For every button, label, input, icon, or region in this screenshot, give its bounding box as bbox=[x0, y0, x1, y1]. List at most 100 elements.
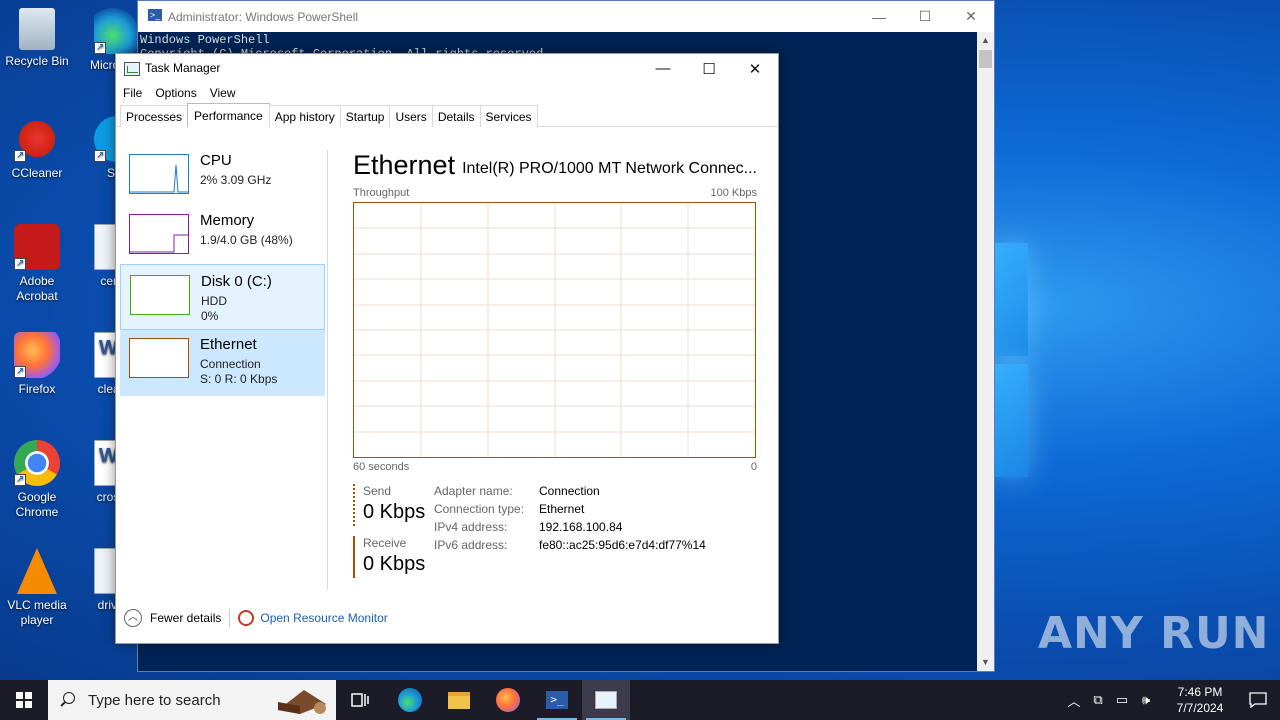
search-placeholder: Type here to search bbox=[88, 691, 221, 709]
cpu-mini-graph bbox=[129, 154, 189, 194]
tab-services[interactable]: Services bbox=[479, 105, 538, 127]
property-key: Connection type: bbox=[434, 502, 525, 516]
minimize-button[interactable]: — bbox=[856, 1, 902, 32]
property-key: IPv4 address: bbox=[434, 520, 508, 534]
graph-time-label: 60 seconds bbox=[353, 461, 410, 473]
search-highlight-image bbox=[274, 684, 330, 716]
desktop-icon-firefox[interactable]: Firefox bbox=[0, 332, 74, 397]
taskbar-task-manager[interactable] bbox=[582, 680, 630, 720]
icon-label: VLC media player bbox=[7, 598, 67, 627]
taskbar-search-box[interactable]: Type here to search bbox=[48, 680, 336, 720]
windows-logo-pane bbox=[995, 243, 1028, 356]
task-manager-titlebar[interactable]: Task Manager — ☐ ✕ bbox=[116, 54, 778, 83]
taskbar-file-explorer[interactable] bbox=[435, 680, 483, 720]
receive-value: 0 Kbps bbox=[363, 553, 426, 575]
icon-label: Adobe Acrobat bbox=[16, 274, 58, 303]
resource-item-ethernet[interactable]: Ethernet Connection S: 0 R: 0 Kbps bbox=[120, 330, 325, 396]
system-tray: ︿ ⧉ ▭ 🕪 7:46 PM 7/7/2024 bbox=[1062, 680, 1280, 720]
taskbar-powershell[interactable]: >_ bbox=[533, 680, 581, 720]
property-value: fe80::ac25:95d6:e7d4:df77%14 bbox=[539, 538, 706, 552]
property-row: IPv4 address: 192.168.100.84 bbox=[434, 520, 706, 538]
chevron-up-icon[interactable]: ︿ bbox=[124, 609, 142, 627]
property-row: IPv6 address: fe80::ac25:95d6:e7d4:df77%… bbox=[434, 538, 706, 556]
icon-label: CCleaner bbox=[11, 166, 63, 180]
search-icon bbox=[60, 692, 76, 708]
menu-file[interactable]: File bbox=[123, 83, 142, 103]
fewer-details-link[interactable]: Fewer details bbox=[150, 611, 221, 625]
tab-performance[interactable]: Performance bbox=[187, 103, 270, 127]
recycle-bin-icon bbox=[19, 8, 55, 50]
resource-stat: 2% 3.09 GHz bbox=[200, 173, 272, 187]
powershell-title: Administrator: Windows PowerShell bbox=[168, 9, 359, 24]
desktop-icon-ccleaner[interactable]: CCleaner bbox=[0, 116, 74, 181]
chevron-up-icon[interactable]: ︿ bbox=[1062, 691, 1086, 710]
resource-item-disk[interactable]: Disk 0 (C:) HDD 0% bbox=[120, 264, 325, 330]
firefox-icon bbox=[496, 688, 520, 712]
property-value: 192.168.100.84 bbox=[539, 520, 623, 534]
graph-min-label: 0 bbox=[750, 461, 757, 473]
tab-strip: Processes Performance App history Startu… bbox=[116, 103, 778, 127]
notification-button[interactable] bbox=[1236, 692, 1280, 708]
maximize-button[interactable]: ☐ bbox=[902, 1, 948, 32]
resource-name: Disk 0 (C:) bbox=[201, 273, 272, 290]
desktop-icon-vlc[interactable]: VLC media player bbox=[0, 548, 74, 628]
adapter-name: Intel(R) PRO/1000 MT Network Connec... bbox=[462, 160, 757, 177]
task-manager-window[interactable]: Task Manager — ☐ ✕ File Options View Pro… bbox=[115, 53, 779, 644]
meet-now-icon[interactable]: ⧉ bbox=[1086, 692, 1110, 708]
divider bbox=[327, 150, 328, 590]
menu-bar: File Options View bbox=[116, 83, 778, 103]
clock-date: 7/7/2024 bbox=[1176, 701, 1224, 715]
throughput-label: Throughput bbox=[353, 187, 410, 199]
acrobat-icon bbox=[14, 224, 60, 271]
graph-grid bbox=[354, 203, 755, 457]
resource-item-cpu[interactable]: CPU 2% 3.09 GHz bbox=[120, 144, 325, 204]
volume-icon[interactable]: 🕪 bbox=[1134, 692, 1158, 708]
menu-view[interactable]: View bbox=[210, 83, 236, 103]
edge-icon bbox=[94, 8, 140, 55]
scroll-thumb[interactable] bbox=[979, 50, 992, 68]
desktop-icon-acrobat[interactable]: Adobe Acrobat bbox=[0, 224, 74, 304]
graph-max-label: 100 Kbps bbox=[710, 187, 757, 199]
task-manager-icon bbox=[595, 691, 617, 709]
clock[interactable]: 7:46 PM 7/7/2024 bbox=[1164, 684, 1236, 716]
maximize-button[interactable]: ☐ bbox=[686, 54, 732, 83]
console-line: Windows PowerShell bbox=[140, 33, 270, 47]
send-stat: Send 0 Kbps bbox=[353, 484, 425, 526]
divider bbox=[229, 609, 231, 627]
powershell-icon: >_ bbox=[546, 691, 568, 709]
tab-startup[interactable]: Startup bbox=[339, 105, 391, 127]
resource-stat: HDD bbox=[201, 294, 227, 308]
task-view-button[interactable] bbox=[336, 680, 384, 720]
task-manager-icon bbox=[124, 62, 140, 76]
resource-name: Memory bbox=[200, 212, 255, 229]
property-value: Ethernet bbox=[539, 502, 585, 516]
anyrun-watermark: ANY RUN bbox=[1038, 608, 1270, 659]
adapter-properties: Adapter name: Connection Connection type… bbox=[434, 484, 706, 556]
resource-item-memory[interactable]: Memory 1.9/4.0 GB (48%) bbox=[120, 204, 325, 264]
open-resource-monitor-link[interactable]: Open Resource Monitor bbox=[260, 611, 387, 625]
minimize-button[interactable]: — bbox=[640, 54, 686, 83]
ethernet-mini-graph bbox=[129, 338, 189, 378]
taskbar-firefox[interactable] bbox=[484, 680, 532, 720]
resource-name: Ethernet bbox=[200, 336, 257, 353]
network-icon[interactable]: ▭ bbox=[1110, 692, 1134, 708]
tab-details[interactable]: Details bbox=[431, 105, 481, 127]
scroll-up-arrow[interactable]: ▲ bbox=[977, 32, 994, 49]
taskbar-edge[interactable] bbox=[386, 680, 434, 720]
scroll-down-arrow[interactable]: ▼ bbox=[977, 654, 994, 671]
tab-processes[interactable]: Processes bbox=[120, 105, 189, 127]
resource-monitor-icon bbox=[238, 610, 255, 626]
tab-users[interactable]: Users bbox=[389, 105, 433, 127]
powershell-titlebar[interactable]: >_ Administrator: Windows PowerShell — ☐… bbox=[138, 1, 994, 32]
close-button[interactable]: ✕ bbox=[948, 1, 994, 32]
vertical-scrollbar[interactable]: ▲ ▼ bbox=[977, 32, 994, 671]
desktop-icon-chrome[interactable]: Google Chrome bbox=[0, 440, 74, 520]
menu-options[interactable]: Options bbox=[155, 83, 196, 103]
start-button[interactable] bbox=[0, 680, 48, 720]
tab-app-history[interactable]: App history bbox=[268, 105, 341, 127]
resource-stat: Connection bbox=[200, 357, 261, 371]
taskbar: Type here to search >_ ︿ ⧉ ▭ 🕪 7:46 PM 7… bbox=[0, 680, 1280, 720]
desktop-icon-recycle-bin[interactable]: Recycle Bin bbox=[0, 8, 74, 69]
close-button[interactable]: ✕ bbox=[732, 54, 778, 83]
clock-time: 7:46 PM bbox=[1177, 685, 1223, 699]
